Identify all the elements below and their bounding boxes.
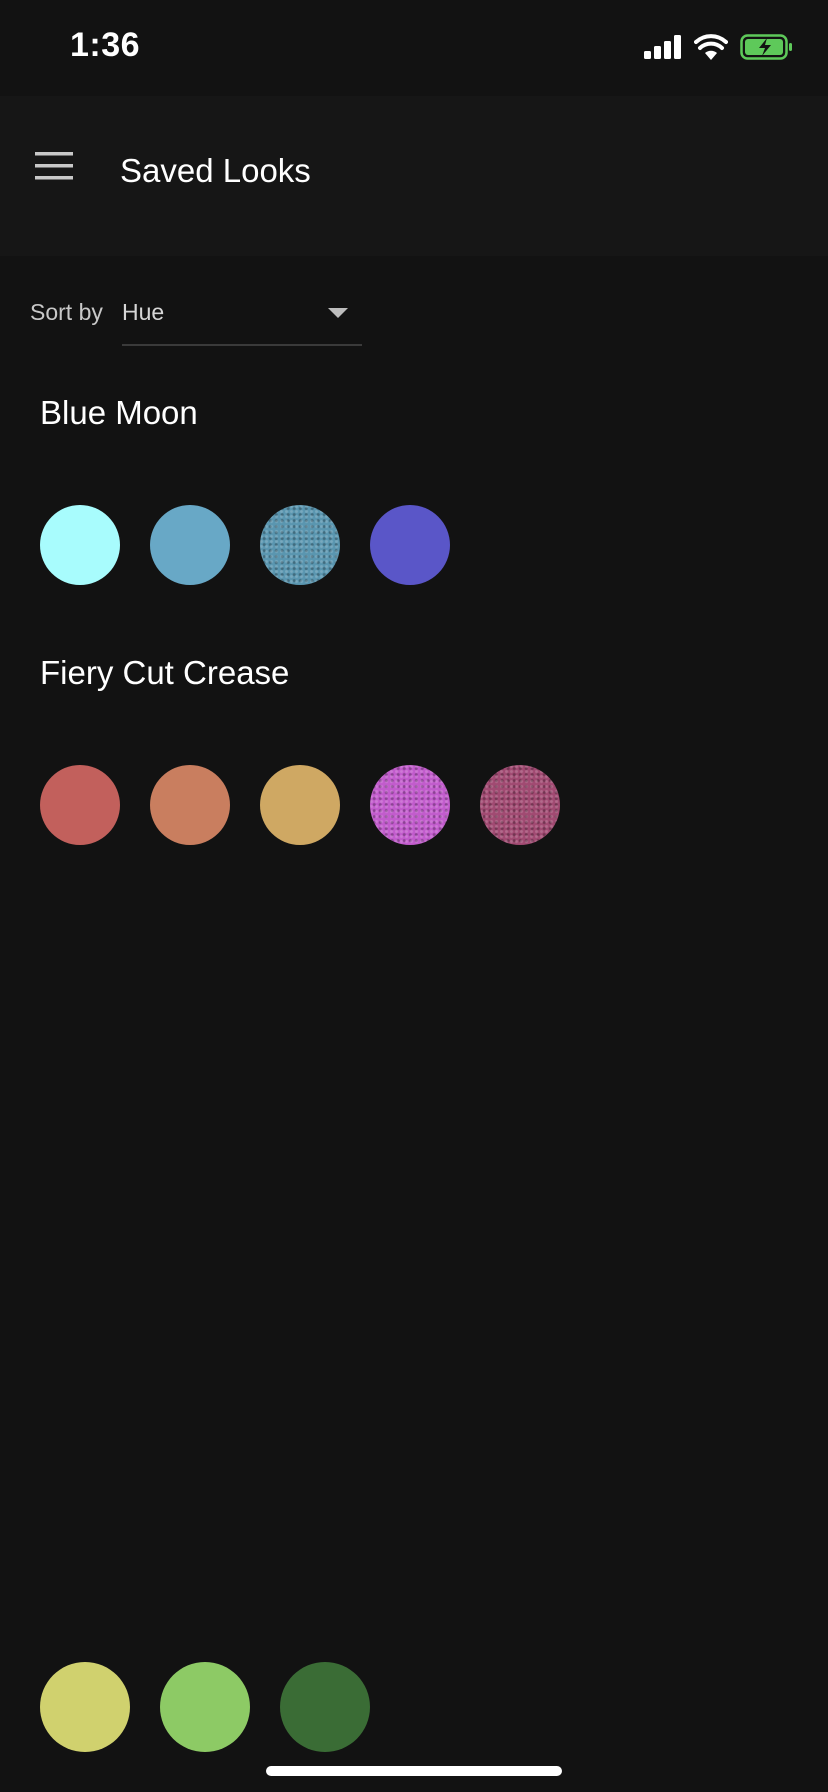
sort-selected-value[interactable]: Hue [122,299,164,326]
menu-button[interactable] [24,138,84,198]
color-swatch[interactable] [480,765,560,845]
page-title: Saved Looks [120,152,311,189]
home-indicator[interactable] [266,1766,562,1776]
look-title-blue-moon[interactable]: Blue Moon [40,394,198,432]
sort-dropdown[interactable]: Hue [122,286,362,346]
color-swatch[interactable] [370,765,450,845]
wifi-icon [694,34,728,65]
color-swatch[interactable] [370,505,450,585]
hamburger-menu-icon[interactable] [35,151,73,185]
color-swatch[interactable] [40,505,120,585]
battery-charging-icon [740,34,794,65]
color-swatch[interactable] [260,505,340,585]
app-bar: Saved Looks [0,96,828,256]
bottom-swatch-row [40,1662,370,1752]
color-swatch[interactable] [280,1662,370,1752]
color-swatch[interactable] [150,765,230,845]
sort-label: Sort by [30,299,103,325]
status-icons [644,34,794,65]
look-title-fiery-cut-crease[interactable]: Fiery Cut Crease [40,654,289,692]
swatch-row-fiery-cut-crease [40,765,560,845]
sort-row: Sort by Hue [0,256,828,366]
status-time: 1:36 [70,26,141,64]
color-swatch[interactable] [150,505,230,585]
color-swatch[interactable] [40,1662,130,1752]
cellular-signal-icon [644,35,682,64]
status-bar: 1:36 [0,0,828,96]
color-swatch[interactable] [160,1662,250,1752]
swatch-row-blue-moon [40,505,450,585]
color-swatch[interactable] [40,765,120,845]
caret-down-icon[interactable] [328,308,348,318]
color-swatch[interactable] [260,765,340,845]
